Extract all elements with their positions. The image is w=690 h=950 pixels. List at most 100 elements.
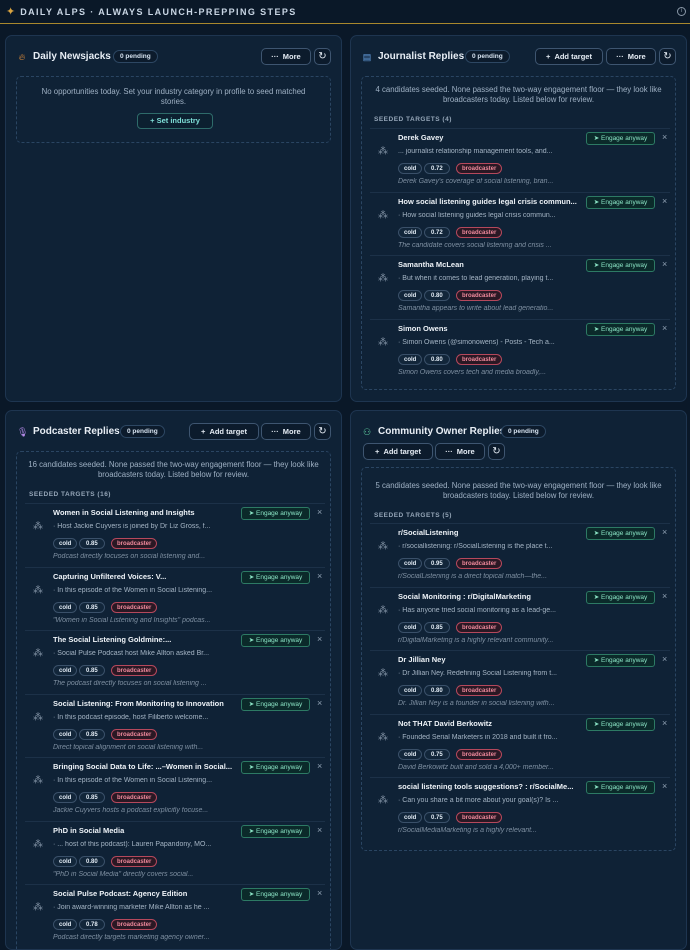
target-name[interactable]: How social listening guides legal crisis… bbox=[398, 197, 578, 206]
target-name[interactable]: Simon Owens bbox=[398, 324, 578, 333]
more-button[interactable]: ··· More bbox=[261, 48, 311, 65]
target-name[interactable]: PhD in Social Media bbox=[53, 826, 233, 835]
newspaper-icon: ▤ bbox=[362, 52, 372, 62]
target-card: ⁂ The Social Listening Goldmine:... · Soci… bbox=[25, 630, 325, 692]
engage-anyway-button[interactable]: ➤ Engage anyway bbox=[586, 322, 655, 336]
drag-handle-icon[interactable]: ⁂ bbox=[33, 585, 43, 596]
target-name[interactable]: Samantha McLean bbox=[398, 260, 578, 269]
engage-anyway-button[interactable]: ➤ Engage anyway bbox=[586, 259, 655, 272]
drag-handle-icon[interactable]: ⁂ bbox=[378, 668, 388, 679]
target-name[interactable]: Social Listening: From Monitoring to Inn… bbox=[53, 699, 233, 708]
broadcaster-badge: broadcaster bbox=[456, 163, 503, 174]
target-name[interactable]: Capturing Unfiltered Voices: V... bbox=[53, 572, 233, 581]
refresh-button[interactable]: ↻ bbox=[314, 423, 331, 440]
set-industry-button[interactable]: + Set industry bbox=[137, 113, 213, 129]
target-snippet: · Founded Serial Marketers in 2018 and b… bbox=[398, 733, 558, 741]
refresh-button[interactable]: ↻ bbox=[488, 443, 505, 460]
engage-anyway-button[interactable]: ➤ Engage anyway bbox=[241, 697, 310, 711]
engage-anyway-button[interactable]: ➤ Engage anyway bbox=[586, 132, 655, 145]
target-name[interactable]: r/SocialListening bbox=[398, 528, 578, 537]
dismiss-icon[interactable]: × bbox=[317, 698, 322, 708]
drag-handle-icon[interactable]: ⁂ bbox=[33, 521, 43, 532]
dismiss-icon[interactable]: × bbox=[662, 527, 667, 537]
more-button[interactable]: ··· More bbox=[606, 48, 656, 65]
target-name[interactable]: social listening tools suggestions? : r/… bbox=[398, 782, 578, 791]
empty-state: No opportunities today. Set your industr… bbox=[16, 76, 331, 143]
score-badge: 0.95 bbox=[424, 558, 450, 569]
target-name[interactable]: Social Monitoring : r/DigitalMarketing bbox=[398, 592, 578, 601]
engage-anyway-button[interactable]: ➤ Engage anyway bbox=[586, 195, 655, 209]
dismiss-icon[interactable]: × bbox=[662, 259, 667, 269]
target-reason: David Berkowitz built and sold a 4,000+ … bbox=[398, 763, 554, 771]
dismiss-icon[interactable]: × bbox=[317, 888, 322, 898]
refresh-button[interactable]: ↻ bbox=[314, 48, 331, 65]
engage-anyway-button[interactable]: ➤ Engage anyway bbox=[241, 634, 310, 647]
target-name[interactable]: Derek Gavey bbox=[398, 133, 578, 142]
engage-anyway-button[interactable]: ➤ Engage anyway bbox=[586, 781, 655, 794]
engage-label: Engage anyway bbox=[601, 262, 648, 269]
broadcaster-badge: broadcaster bbox=[111, 728, 158, 740]
dismiss-icon[interactable]: × bbox=[662, 654, 667, 664]
dismiss-icon[interactable]: × bbox=[317, 571, 322, 581]
target-snippet: · Join award-winning marketer Mike Allto… bbox=[53, 904, 210, 911]
drag-handle-icon[interactable]: ⁂ bbox=[33, 839, 43, 850]
broadcaster-badge: broadcaster bbox=[111, 538, 158, 549]
target-reason: r/SocialListening is a direct topical ma… bbox=[398, 573, 548, 580]
target-name[interactable]: Dr Jillian Ney bbox=[398, 655, 578, 664]
pending-badge: 0 pending bbox=[120, 425, 165, 438]
info-icon[interactable]: i bbox=[677, 7, 686, 16]
score-badge: 0.85 bbox=[79, 601, 105, 613]
engage-label: Engage anyway bbox=[601, 530, 648, 537]
drag-handle-icon[interactable]: ⁂ bbox=[378, 732, 388, 743]
dismiss-icon[interactable]: × bbox=[662, 718, 667, 728]
add-target-button[interactable]: + Add target bbox=[189, 423, 259, 440]
dismiss-icon[interactable]: × bbox=[662, 591, 667, 601]
drag-handle-icon[interactable]: ⁂ bbox=[378, 146, 388, 157]
drag-handle-icon[interactable]: ⁂ bbox=[33, 648, 43, 659]
refresh-button[interactable]: ↻ bbox=[659, 48, 676, 65]
dismiss-icon[interactable]: × bbox=[317, 761, 322, 771]
drag-handle-icon[interactable]: ⁂ bbox=[378, 605, 388, 616]
review-box: 4 candidates seeded. None passed the two… bbox=[361, 76, 676, 390]
engage-anyway-button[interactable]: ➤ Engage anyway bbox=[586, 590, 655, 604]
dismiss-icon[interactable]: × bbox=[317, 507, 322, 517]
add-target-button[interactable]: + Add target bbox=[363, 443, 433, 460]
drag-handle-icon[interactable]: ⁂ bbox=[378, 541, 388, 552]
engage-anyway-button[interactable]: ➤ Engage anyway bbox=[586, 654, 655, 667]
dismiss-icon[interactable]: × bbox=[317, 825, 322, 835]
score-badge: 0.80 bbox=[79, 855, 105, 867]
drag-handle-icon[interactable]: ⁂ bbox=[33, 712, 43, 723]
drag-handle-icon[interactable]: ⁂ bbox=[33, 902, 43, 913]
drag-handle-icon[interactable]: ⁂ bbox=[378, 210, 388, 221]
dismiss-icon[interactable]: × bbox=[317, 634, 322, 644]
drag-handle-icon[interactable]: ⁂ bbox=[33, 775, 43, 786]
review-box: 5 candidates seeded. None passed the two… bbox=[361, 467, 676, 851]
drag-handle-icon[interactable]: ⁂ bbox=[378, 795, 388, 806]
target-name[interactable]: Women in Social Listening and Insights bbox=[53, 508, 233, 517]
engage-anyway-button[interactable]: ➤ Engage anyway bbox=[241, 761, 310, 774]
more-button[interactable]: ··· More bbox=[435, 443, 485, 460]
target-reason: The podcast directly focuses on social l… bbox=[53, 680, 207, 687]
dismiss-icon[interactable]: × bbox=[662, 132, 667, 142]
dismiss-icon[interactable]: × bbox=[662, 323, 667, 333]
panel-title: Journalist Replies bbox=[378, 51, 465, 62]
dismiss-icon[interactable]: × bbox=[662, 781, 667, 791]
more-button[interactable]: ··· More bbox=[261, 423, 311, 440]
engage-anyway-button[interactable]: ➤ Engage anyway bbox=[241, 507, 310, 520]
engage-anyway-button[interactable]: ➤ Engage anyway bbox=[586, 527, 655, 540]
engage-anyway-button[interactable]: ➤ Engage anyway bbox=[586, 717, 655, 731]
drag-handle-icon[interactable]: ⁂ bbox=[378, 337, 388, 348]
drag-handle-icon[interactable]: ⁂ bbox=[378, 273, 388, 284]
temperature-badge: cold bbox=[53, 665, 78, 676]
engage-anyway-button[interactable]: ➤ Engage anyway bbox=[241, 570, 310, 584]
target-name[interactable]: Not THAT David Berkowitz bbox=[398, 719, 578, 728]
target-name[interactable]: The Social Listening Goldmine:... bbox=[53, 635, 233, 644]
broadcaster-badge: broadcaster bbox=[456, 290, 503, 301]
add-target-button[interactable]: + Add target bbox=[535, 48, 603, 65]
engage-anyway-button[interactable]: ➤ Engage anyway bbox=[241, 824, 310, 838]
engage-anyway-button[interactable]: ➤ Engage anyway bbox=[241, 888, 310, 901]
dismiss-icon[interactable]: × bbox=[662, 196, 667, 206]
target-name[interactable]: Social Pulse Podcast: Agency Edition bbox=[53, 889, 233, 898]
target-name[interactable]: Bringing Social Data to Life: ...–Women … bbox=[53, 762, 233, 771]
target-card: ⁂ Bringing Social Data to Life: ...–Women… bbox=[25, 757, 325, 819]
